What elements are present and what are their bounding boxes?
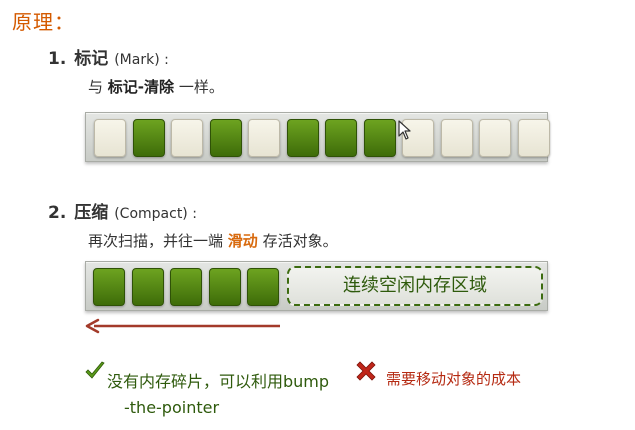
step1-description: 与 标记-清除 一样。 (88, 76, 224, 97)
used-memory-block (170, 268, 202, 306)
pro-line-2: -the-pointer (124, 398, 220, 417)
compact-memory-bar: 连续空闲内存区域 (85, 261, 548, 311)
used-memory-block (363, 119, 396, 157)
free-memory-block (517, 119, 550, 157)
page-title: 原理： (12, 10, 75, 34)
step2-description: 再次扫描，并往一端 滑动 存活对象。 (88, 230, 338, 251)
cross-icon (356, 361, 376, 381)
checkmark-icon (85, 361, 105, 379)
free-memory-block (248, 119, 280, 157)
mark-memory-bar (85, 112, 550, 162)
used-memory-block (286, 119, 319, 157)
used-memory-block (132, 119, 165, 157)
used-memory-block (247, 268, 279, 306)
step2-desc-suffix: 存活对象。 (262, 232, 338, 250)
used-memory-block (325, 119, 357, 157)
step1-subtitle: (Mark) : (114, 52, 169, 68)
step2-heading: 2. 压缩 (Compact) : (48, 198, 197, 223)
step2-desc-prefix: 再次扫描，并往一端 (88, 232, 224, 250)
step1-heading: 1. 标记 (Mark) : (48, 44, 169, 69)
used-memory-block (208, 268, 241, 306)
used-memory-block (93, 268, 125, 306)
mouse-cursor-icon (398, 120, 411, 140)
con-text: 需要移动对象的成本 (386, 370, 522, 388)
used-memory-block (131, 268, 164, 306)
free-memory-block (171, 119, 203, 157)
step1-title: 标记 (74, 49, 109, 69)
step1-number: 1. (48, 49, 67, 69)
slide-left-arrow (85, 318, 280, 334)
step1-desc-prefix: 与 (88, 78, 104, 96)
step1-desc-bold: 标记-清除 (107, 78, 175, 96)
pro-line-1: 没有内存碎片，可以利用bump (107, 372, 330, 391)
used-memory-block (209, 119, 242, 157)
step2-subtitle: (Compact) : (114, 206, 197, 222)
free-memory-block (479, 119, 511, 157)
step1-desc-suffix: 一样。 (178, 78, 224, 96)
step2-desc-highlight: 滑动 (227, 232, 258, 250)
free-memory-block (94, 119, 126, 157)
step2-title: 压缩 (74, 203, 109, 223)
step2-number: 2. (48, 203, 67, 223)
contiguous-free-zone: 连续空闲内存区域 (287, 266, 543, 306)
free-memory-block (440, 119, 473, 157)
